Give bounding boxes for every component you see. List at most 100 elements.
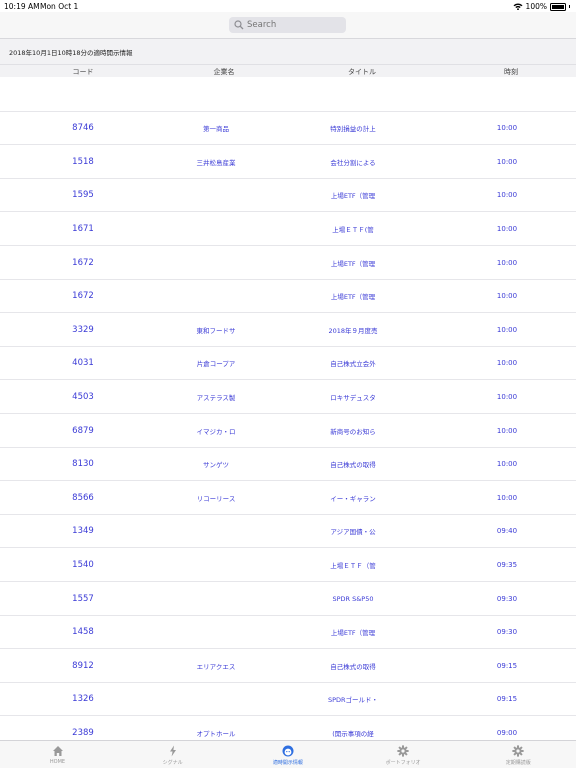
table-row[interactable]: 8566 リコーリース イー・ギャラン 10:00	[0, 480, 576, 514]
cell-company: 第一商品	[203, 125, 229, 134]
cell-title: 会社分割による	[330, 158, 376, 167]
status-date: Mon Oct 1	[40, 2, 79, 11]
search-bar[interactable]	[229, 17, 346, 33]
cell-title: SPDR S&P50	[332, 594, 374, 603]
table-row[interactable]: 4503 アステラス製 ロキサデュスタ 10:00	[0, 379, 576, 413]
cell-company: イマジカ・ロ	[196, 427, 236, 436]
cell-title: 自己株式の取得	[330, 461, 376, 470]
cell-title: アジア国債・公	[330, 528, 376, 537]
cell-time: 09:35	[496, 560, 518, 569]
battery-tip	[569, 5, 570, 8]
cell-time: 09:15	[496, 661, 518, 670]
table-row[interactable]: 1595 上場ETF（管理 10:00	[0, 177, 576, 212]
cell-code: 1557	[72, 593, 94, 604]
table-row[interactable]: 1671 上場ＥＴＦ(管 10:00	[0, 211, 576, 245]
table-row[interactable]: 8912 エリアクエス 自己株式の取得 09:15	[0, 648, 576, 682]
cell-time: 09:00	[496, 728, 518, 737]
table-row[interactable]: 2389 オプトホール (開示事項の経 09:00	[0, 715, 576, 740]
cell-title: 上場ETF（管理	[330, 629, 376, 638]
cell-title: ロキサデュスタ	[330, 393, 376, 402]
tab-label: 適時開示情報	[272, 760, 303, 766]
cell-title: 上場ＥＴＦ(管	[332, 225, 374, 234]
table-row[interactable]: 1672 上場ETF（管理 10:00	[0, 245, 576, 279]
column-title: タイトル	[348, 68, 376, 76]
cell-code: 1458	[72, 627, 94, 638]
cell-title: 上場ETF（管理	[330, 192, 376, 201]
cell-code: 3329	[72, 324, 94, 335]
cell-title: イー・ギャラン	[330, 494, 376, 503]
table-row[interactable]: 8746 第一商品 特別損益の計上 10:00	[0, 110, 576, 145]
cell-title: 自己株式立会外	[330, 360, 376, 369]
tab-item[interactable]: HOME	[0, 741, 115, 769]
tab-item[interactable]: ポートフォリオ	[346, 741, 461, 769]
cell-time: 09:30	[496, 594, 518, 603]
cell-company: エリアクエス	[196, 662, 236, 671]
cell-code: 2389	[72, 727, 94, 738]
tab-label: ポートフォリオ	[385, 760, 421, 766]
table-row[interactable]: 1540 上場ＥＴＦ（管 09:35	[0, 547, 576, 581]
cell-time: 10:00	[496, 224, 518, 233]
cell-company: 三井松島産業	[196, 158, 236, 167]
cell-company: 片倉コープア	[196, 360, 236, 369]
table-row[interactable]: 6879 イマジカ・ロ 新商号のお知ら 10:00	[0, 413, 576, 447]
cell-title: 上場ＥＴＦ（管	[330, 561, 376, 570]
cell-company: サンゲツ	[203, 461, 229, 470]
cell-code: 1671	[72, 223, 94, 234]
section-title: 2018年10月1日10時18分の適時開示情報	[9, 49, 133, 57]
table-row[interactable]: 8130 サンゲツ 自己株式の取得 10:00	[0, 446, 576, 481]
table-row[interactable]: 3329 東和フードサ 2018年９月度売 10:00	[0, 312, 576, 346]
cell-code: 4031	[72, 358, 94, 369]
cell-company: 東和フードサ	[196, 326, 236, 335]
cell-title: SPDRゴールド・	[327, 696, 379, 705]
cell-time: 10:00	[496, 325, 518, 334]
table-row[interactable]: 1672 上場ETF（管理 10:00	[0, 278, 576, 313]
cell-code: 1349	[72, 526, 94, 537]
section-header: 2018年10月1日10時18分の適時開示情報	[0, 38, 576, 65]
cell-code: 1540	[72, 559, 94, 570]
cell-time: 10:00	[496, 157, 518, 166]
table-row[interactable]: 1349 アジア国債・公 09:40	[0, 513, 576, 548]
status-time: 10:19 AM	[4, 2, 40, 11]
cell-code: 1672	[72, 257, 94, 268]
cell-code: 1595	[72, 190, 94, 201]
column-code: コード	[72, 68, 94, 76]
cell-time: 10:00	[496, 460, 518, 469]
home-icon	[52, 746, 63, 756]
cell-code: 8130	[72, 459, 94, 470]
cell-title: (開示事項の経	[332, 729, 374, 738]
cell-company: リコーリース	[196, 494, 236, 503]
cell-code: 1518	[72, 156, 94, 167]
table-row[interactable]	[0, 77, 576, 111]
gear-icon	[397, 745, 409, 757]
search-icon	[234, 20, 244, 30]
cell-company: アステラス製	[196, 393, 236, 402]
tab-item[interactable]: 定期購読版	[461, 741, 576, 769]
tab-label: 定期購読版	[505, 760, 531, 766]
cell-company: オプトホール	[196, 729, 236, 738]
table-row[interactable]: 1518 三井松島産業 会社分割による 10:00	[0, 144, 576, 178]
cell-code: 1672	[72, 291, 94, 302]
battery-percent: 100%	[525, 2, 547, 11]
column-time: 時刻	[504, 68, 518, 76]
tab-label: HOME	[49, 759, 66, 765]
cell-title: 2018年９月度売	[328, 326, 378, 335]
table-row[interactable]: 1458 上場ETF（管理 09:30	[0, 614, 576, 649]
table-row[interactable]: 1326 SPDRゴールド・ 09:15	[0, 681, 576, 716]
cell-time: 10:00	[496, 124, 518, 133]
wifi-icon	[513, 3, 523, 10]
table-row[interactable]: 1557 SPDR S&P50 09:30	[0, 581, 576, 615]
status-bar: 10:19 AM Mon Oct 1 100%	[0, 0, 576, 12]
table-row[interactable]: 4031 片倉コープア 自己株式立会外 10:00	[0, 345, 576, 380]
cell-code: 8566	[72, 492, 94, 503]
tab-item[interactable]: 適時開示情報	[230, 741, 345, 769]
lightning-icon	[169, 745, 176, 757]
cell-title: 新商号のお知ら	[330, 427, 376, 436]
search-input[interactable]	[244, 20, 337, 30]
tab-item[interactable]: シグナル	[115, 741, 230, 769]
disclosure-list[interactable]: 8746 第一商品 特別損益の計上 10:00 1518 三井松島産業 会社分割による 10:…	[0, 77, 576, 740]
cell-title: 特別損益の計上	[330, 125, 376, 134]
nav-bar	[0, 12, 576, 38]
cell-code: 4503	[72, 391, 94, 402]
column-header: コード 企業名 タイトル 時刻	[0, 65, 576, 77]
tab-bar: HOME シグナル 適時開示情報 ポートフォリオ 定期購読版	[0, 740, 576, 768]
